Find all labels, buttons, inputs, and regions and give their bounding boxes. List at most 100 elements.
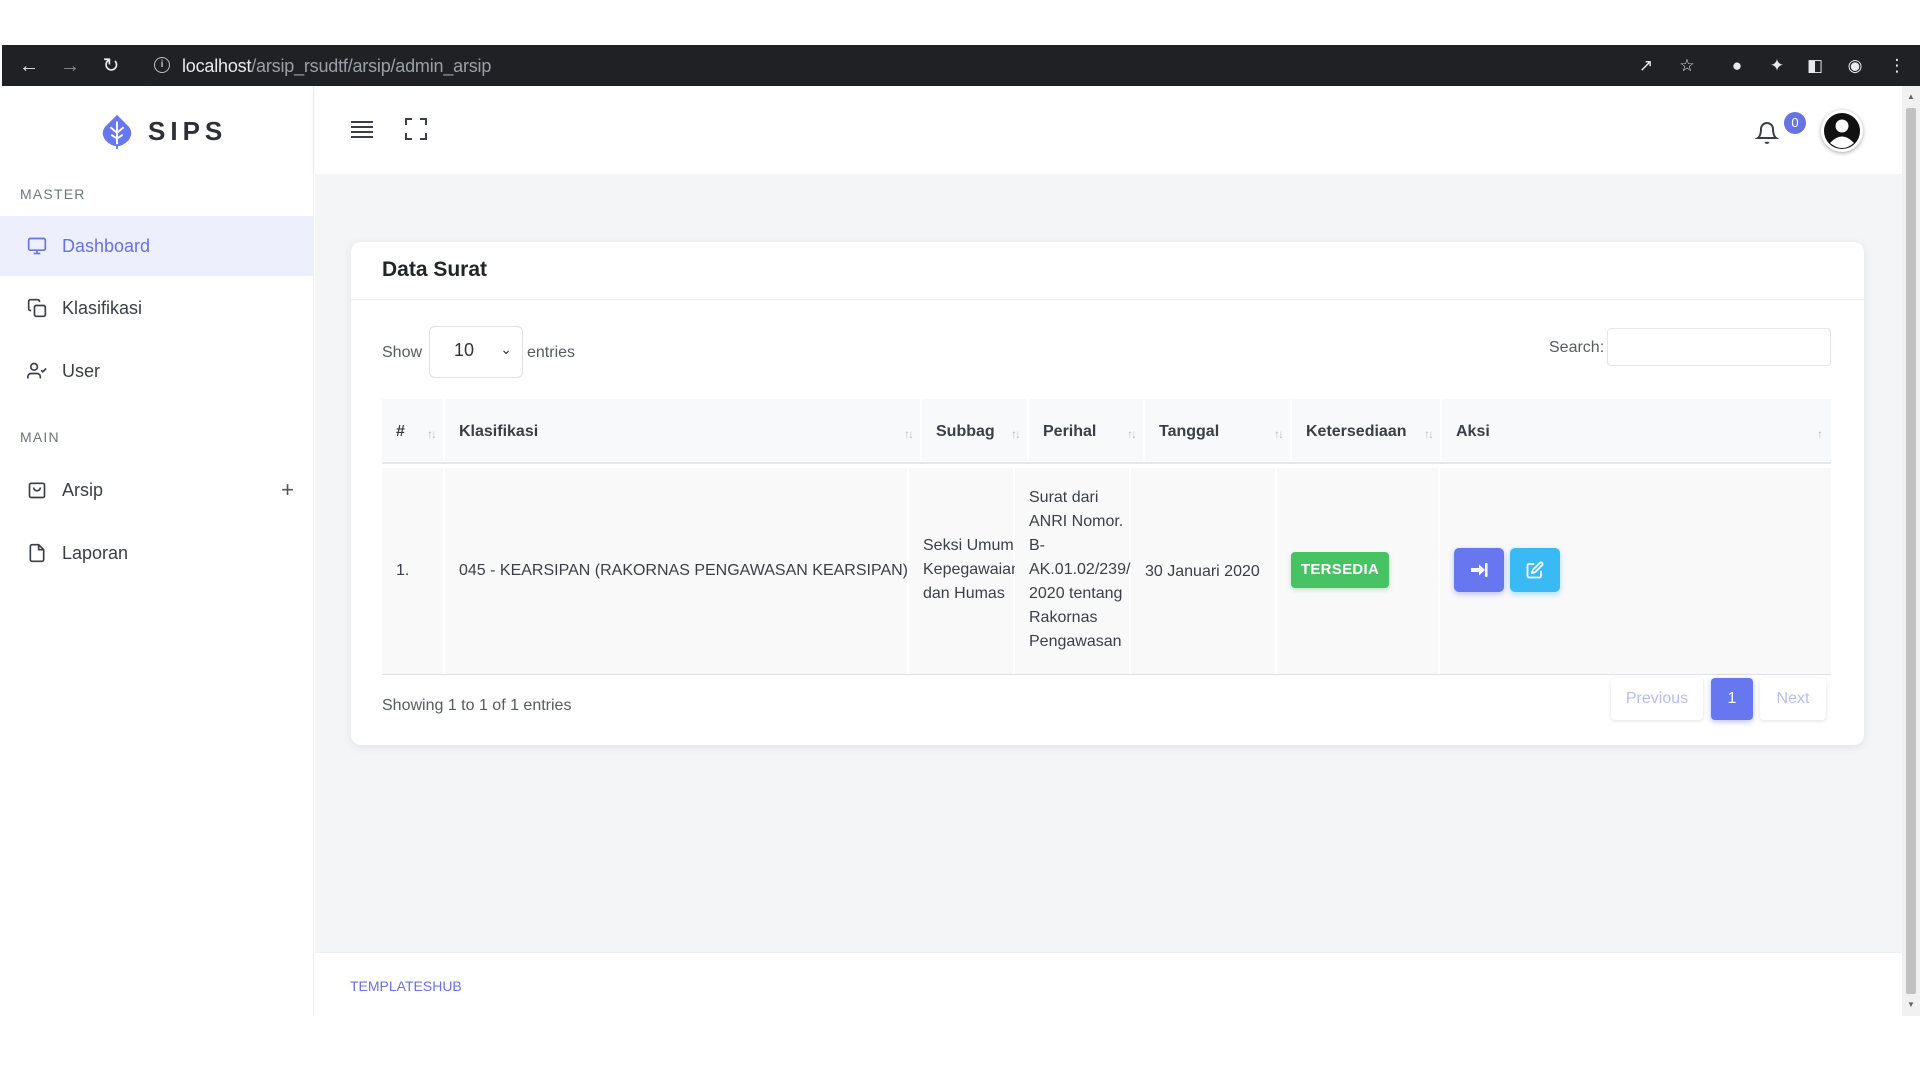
notification-bell-icon[interactable] [1754, 120, 1781, 146]
entries-length-select[interactable]: 10 ⌄ [429, 326, 523, 378]
cell-text-lines: Seksi Umum, Kepegawaian dan Humas [923, 534, 1020, 606]
brand-name: SIPS [148, 115, 228, 146]
url-text[interactable]: localhost/arsip_rsudtf/arsip/admin_arsip [182, 56, 491, 77]
column-header-klasifikasi[interactable]: Klasifikasi ↑↓ [445, 399, 920, 461]
column-header-label: # [396, 423, 405, 440]
main-content: Data Surat Show 10 ⌄ entries Search: # ↑↓… [315, 174, 1902, 952]
cell-text-lines: Surat dari ANRI Nomor. B- AK.01.02/239/ … [1029, 486, 1130, 654]
edit-icon [1526, 561, 1544, 579]
sidebar-item-label: Laporan [62, 542, 129, 563]
sort-icon: ↑↓ [1424, 427, 1434, 441]
column-header-tanggal[interactable]: Tanggal ↑↓ [1145, 399, 1290, 461]
sidebar-item-klasifikasi[interactable]: Klasifikasi [0, 278, 314, 338]
puzzle-icon[interactable]: ✦ [1766, 56, 1788, 76]
text-line: Pengawasan [1029, 633, 1122, 650]
column-header-label: Tanggal [1159, 423, 1220, 440]
column-header-label: Ketersediaan [1306, 423, 1407, 440]
file-icon [26, 542, 48, 564]
browser-toolbar: ← → ↻ i localhost/arsip_rsudtf/arsip/adm… [2, 45, 1920, 86]
pagination-page-1[interactable]: 1 [1711, 678, 1753, 720]
sidebar-item-label: Arsip [62, 479, 104, 500]
sort-icon: ↑ [1817, 427, 1823, 441]
brand-logo[interactable]: SIPS [98, 112, 227, 150]
column-header-label: Perihal [1043, 423, 1097, 440]
footer-link[interactable]: TEMPLATESHUB [350, 978, 462, 994]
column-header-ketersediaan[interactable]: Ketersediaan ↑↓ [1292, 399, 1440, 461]
cell-aksi [1440, 468, 1831, 674]
scroll-down-icon[interactable]: ▼ [1906, 1000, 1916, 1009]
column-header-label: Klasifikasi [459, 423, 539, 440]
sort-icon: ↑↓ [1274, 427, 1284, 441]
column-header-subbag[interactable]: Subbag ↑↓ [922, 399, 1027, 461]
sidebar: SIPS MASTER Dashboard Klasifikasi User M… [0, 86, 314, 1016]
table-bottom-line [382, 674, 1831, 675]
bookmark-star-icon[interactable]: ☆ [1676, 56, 1698, 76]
show-label: Show [382, 344, 423, 361]
data-card: Data Surat Show 10 ⌄ entries Search: # ↑↓… [351, 242, 1864, 745]
search-input[interactable] [1607, 328, 1831, 366]
text-line: Seksi Umum, [923, 537, 1019, 554]
sign-in-icon [1471, 563, 1488, 577]
back-arrow-icon[interactable]: ← [16, 53, 42, 79]
detail-button[interactable] [1454, 548, 1504, 592]
archive-icon [26, 479, 48, 501]
sidebar-item-laporan[interactable]: Laporan [0, 523, 314, 583]
menu-header-master: MASTER [20, 186, 86, 202]
search-label: Search: [1549, 339, 1605, 356]
text-line: ANRI Nomor. [1029, 513, 1124, 530]
text-line: Surat dari [1029, 489, 1099, 506]
text-line: Kepegawaian [923, 561, 1020, 578]
table-info: Showing 1 to 1 of 1 entries [382, 697, 572, 714]
pagination-previous[interactable]: Previous [1611, 678, 1703, 720]
sidebar-item-user[interactable]: User [0, 341, 314, 401]
side-panel-icon[interactable]: ◧ [1804, 56, 1826, 76]
column-header-perihal[interactable]: Perihal ↑↓ [1029, 399, 1143, 461]
notification-count-badge: 0 [1784, 112, 1806, 134]
forward-arrow-icon[interactable]: → [57, 53, 83, 79]
fullscreen-icon[interactable] [403, 116, 429, 142]
expand-plus-icon[interactable]: + [281, 477, 294, 503]
copy-icon [26, 297, 48, 319]
monitor-icon [26, 235, 48, 257]
avatar[interactable] [1821, 110, 1863, 152]
hamburger-menu-icon[interactable] [349, 116, 375, 142]
kebab-menu-icon[interactable]: ⋮ [1886, 56, 1908, 76]
extension-icon[interactable]: ● [1726, 56, 1748, 76]
menu-header-main: MAIN [20, 429, 60, 445]
page-scrollbar[interactable]: ▲ ▼ [1902, 86, 1920, 1016]
chevron-down-icon: ⌄ [500, 341, 512, 357]
sort-icon: ↑↓ [1011, 427, 1021, 441]
cell-subbag: Seksi Umum, Kepegawaian dan Humas [909, 468, 1020, 674]
sidebar-item-label: Dashboard [62, 235, 151, 256]
sidebar-item-arsip[interactable]: Arsip + [0, 460, 314, 520]
column-header-number[interactable]: # ↑↓ [382, 399, 443, 461]
sort-icon: ↑↓ [427, 427, 437, 441]
share-icon[interactable]: ↗ [1635, 56, 1657, 76]
sort-icon: ↑↓ [1127, 427, 1137, 441]
header-divider [382, 462, 1831, 464]
scroll-up-icon[interactable]: ▲ [1906, 92, 1916, 101]
user-check-icon [26, 360, 48, 382]
column-header-aksi[interactable]: Aksi ↑ [1442, 399, 1831, 461]
pagination-next[interactable]: Next [1760, 678, 1826, 720]
text-line: B- [1029, 537, 1045, 554]
reload-icon[interactable]: ↻ [98, 53, 124, 79]
topbar: 0 [315, 86, 1902, 174]
text-line: AK.01.02/239/ [1029, 561, 1131, 578]
column-header-label: Subbag [936, 423, 995, 440]
sidebar-item-dashboard[interactable]: Dashboard [0, 216, 314, 276]
cell-ketersediaan: TERSEDIA [1277, 468, 1438, 674]
site-info-icon[interactable]: i [154, 57, 170, 73]
address-bar[interactable]: i localhost/arsip_rsudtf/arsip/admin_ars… [140, 49, 1675, 82]
profile-icon[interactable]: ◉ [1844, 56, 1866, 76]
sort-icon: ↑↓ [904, 427, 914, 441]
cell-text: 045 - KEARSIPAN (RAKORNAS PENGAWASAN KEA… [459, 562, 908, 579]
card-title: Data Surat [382, 258, 488, 281]
footer: TEMPLATESHUB [315, 952, 1902, 1016]
status-badge: TERSEDIA [1291, 552, 1389, 588]
cell-text: 1. [396, 562, 410, 579]
edit-button[interactable] [1510, 548, 1560, 592]
text-line: dan Humas [923, 585, 1005, 602]
scroll-thumb[interactable] [1906, 108, 1916, 994]
cell-perihal: Surat dari ANRI Nomor. B- AK.01.02/239/ … [1015, 468, 1130, 674]
